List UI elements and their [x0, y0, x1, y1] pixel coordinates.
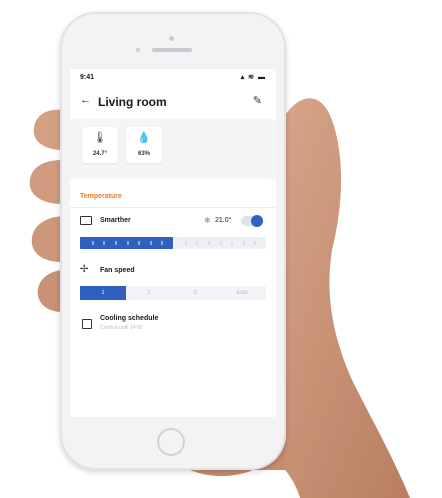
- level-bar-tick: [220, 241, 222, 245]
- thermometer-icon: 🌡: [93, 132, 107, 144]
- level-bar-tick: [138, 241, 140, 245]
- level-bar-tick: [103, 241, 105, 245]
- smarther-toggle[interactable]: [241, 215, 263, 227]
- fan-option-1[interactable]: 1: [80, 286, 126, 300]
- fan-option-2[interactable]: 2: [126, 286, 172, 300]
- page-title: Living room: [98, 95, 167, 109]
- level-bar-tick: [161, 241, 163, 245]
- humidity-sensor-card[interactable]: 💧 63%: [126, 127, 162, 163]
- front-camera: [169, 36, 174, 41]
- pencil-icon[interactable]: ✎: [253, 94, 262, 107]
- thermostat-icon: [80, 216, 92, 225]
- level-bar-tick: [115, 241, 117, 245]
- level-bar[interactable]: [80, 237, 266, 249]
- droplet-icon: 💧: [137, 132, 151, 144]
- status-icons: ▴ ≋ ▬: [240, 74, 266, 81]
- level-bar-tick: [173, 241, 175, 245]
- app-screen: 9:41 ▴ ≋ ▬ ← Living room ✎ 🌡 24.7° 💧 63%…: [70, 69, 276, 417]
- temperature-value: 24.7°: [92, 151, 108, 157]
- fan-option-3[interactable]: 3: [172, 286, 218, 300]
- setpoint-value: 21.0°: [215, 217, 232, 224]
- snowflake-icon: ❄: [204, 216, 211, 225]
- level-bar-tick: [231, 241, 233, 245]
- temperature-sensor-card[interactable]: 🌡 24.7°: [82, 127, 118, 163]
- toggle-knob: [251, 215, 263, 227]
- cooling-schedule-label[interactable]: Cooling schedule: [100, 315, 158, 322]
- header: ← Living room ✎: [70, 89, 276, 115]
- divider: [70, 207, 276, 208]
- level-bar-tick: [254, 241, 256, 245]
- level-bar-tick: [185, 241, 187, 245]
- earpiece-speaker: [152, 48, 192, 52]
- status-time: 9:41: [80, 74, 95, 81]
- level-bar-tick: [150, 241, 152, 245]
- level-bar-tick: [196, 241, 198, 245]
- status-bar: 9:41 ▴ ≋ ▬: [70, 69, 276, 87]
- level-bar-tick: [243, 241, 245, 245]
- level-bar-tick: [208, 241, 210, 245]
- home-button[interactable]: [157, 428, 185, 456]
- calendar-icon: [82, 319, 92, 329]
- smarther-label: Smarther: [100, 217, 131, 224]
- arrow-left-icon[interactable]: ←: [80, 94, 91, 106]
- level-bar-tick: [92, 241, 94, 245]
- smarther-row[interactable]: Smarther ❄ 21.0°: [70, 213, 276, 233]
- fan-option-auto[interactable]: auto: [218, 286, 266, 300]
- proximity-sensor: [136, 48, 140, 52]
- humidity-value: 63%: [137, 151, 150, 157]
- cooling-schedule-subtitle: Comfort until 14:00: [100, 325, 143, 331]
- phone-device: 9:41 ▴ ≋ ▬ ← Living room ✎ 🌡 24.7° 💧 63%…: [60, 12, 286, 470]
- fan-icon: ✢: [80, 264, 89, 275]
- fan-speed-selector: 1 2 3 auto: [80, 286, 266, 300]
- fan-speed-label: Fan speed: [100, 267, 135, 274]
- sensor-band: 🌡 24.7° 💧 63%: [70, 119, 276, 179]
- level-bar-tick: [127, 241, 129, 245]
- section-title: Temperature: [80, 193, 122, 200]
